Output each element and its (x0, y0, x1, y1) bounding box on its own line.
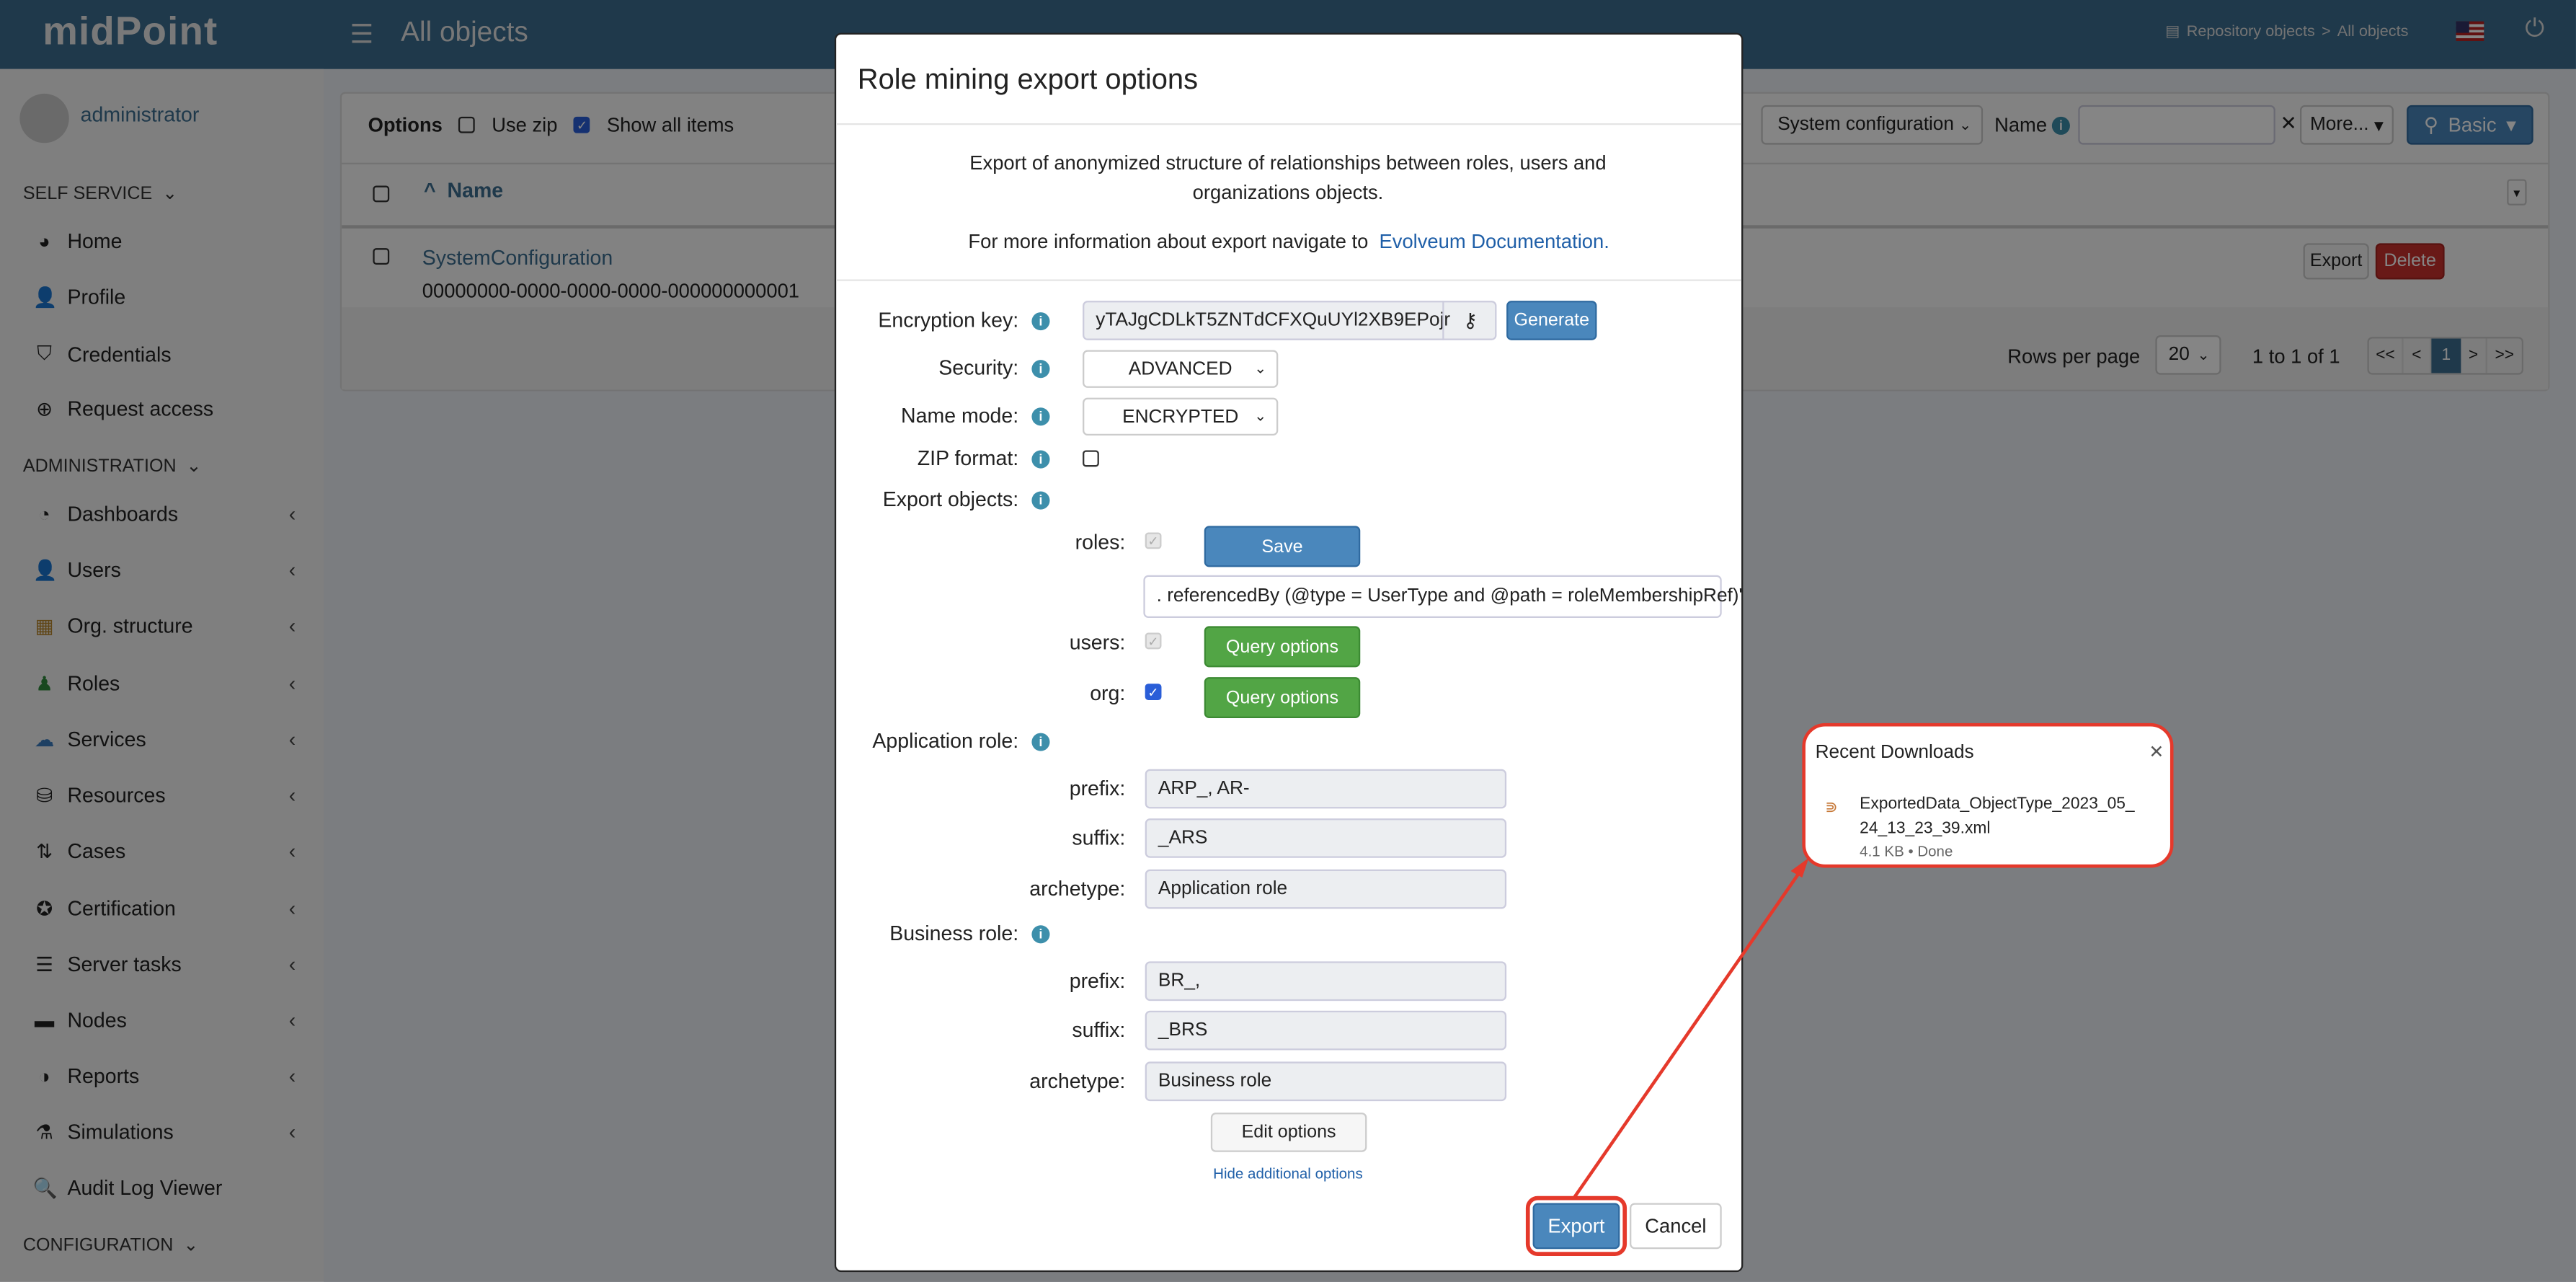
download-status: 4.1 KB • Done (1860, 843, 1953, 860)
rss-file-icon: ⋑ (1825, 798, 1838, 815)
download-filename[interactable]: ExportedData_ObjectType_2023_05_24_13_23… (1860, 792, 2138, 841)
annotation-arrow (1525, 857, 1809, 1256)
close-icon[interactable]: ✕ (2149, 741, 2164, 762)
arrow-head (1790, 857, 1809, 878)
export-highlight (1525, 1195, 1627, 1256)
arrow-line (1572, 865, 1806, 1199)
downloads-title: Recent Downloads (1815, 743, 1974, 763)
recent-downloads-popup: Recent Downloads ✕ ⋑ ExportedData_Object… (1802, 722, 2174, 868)
